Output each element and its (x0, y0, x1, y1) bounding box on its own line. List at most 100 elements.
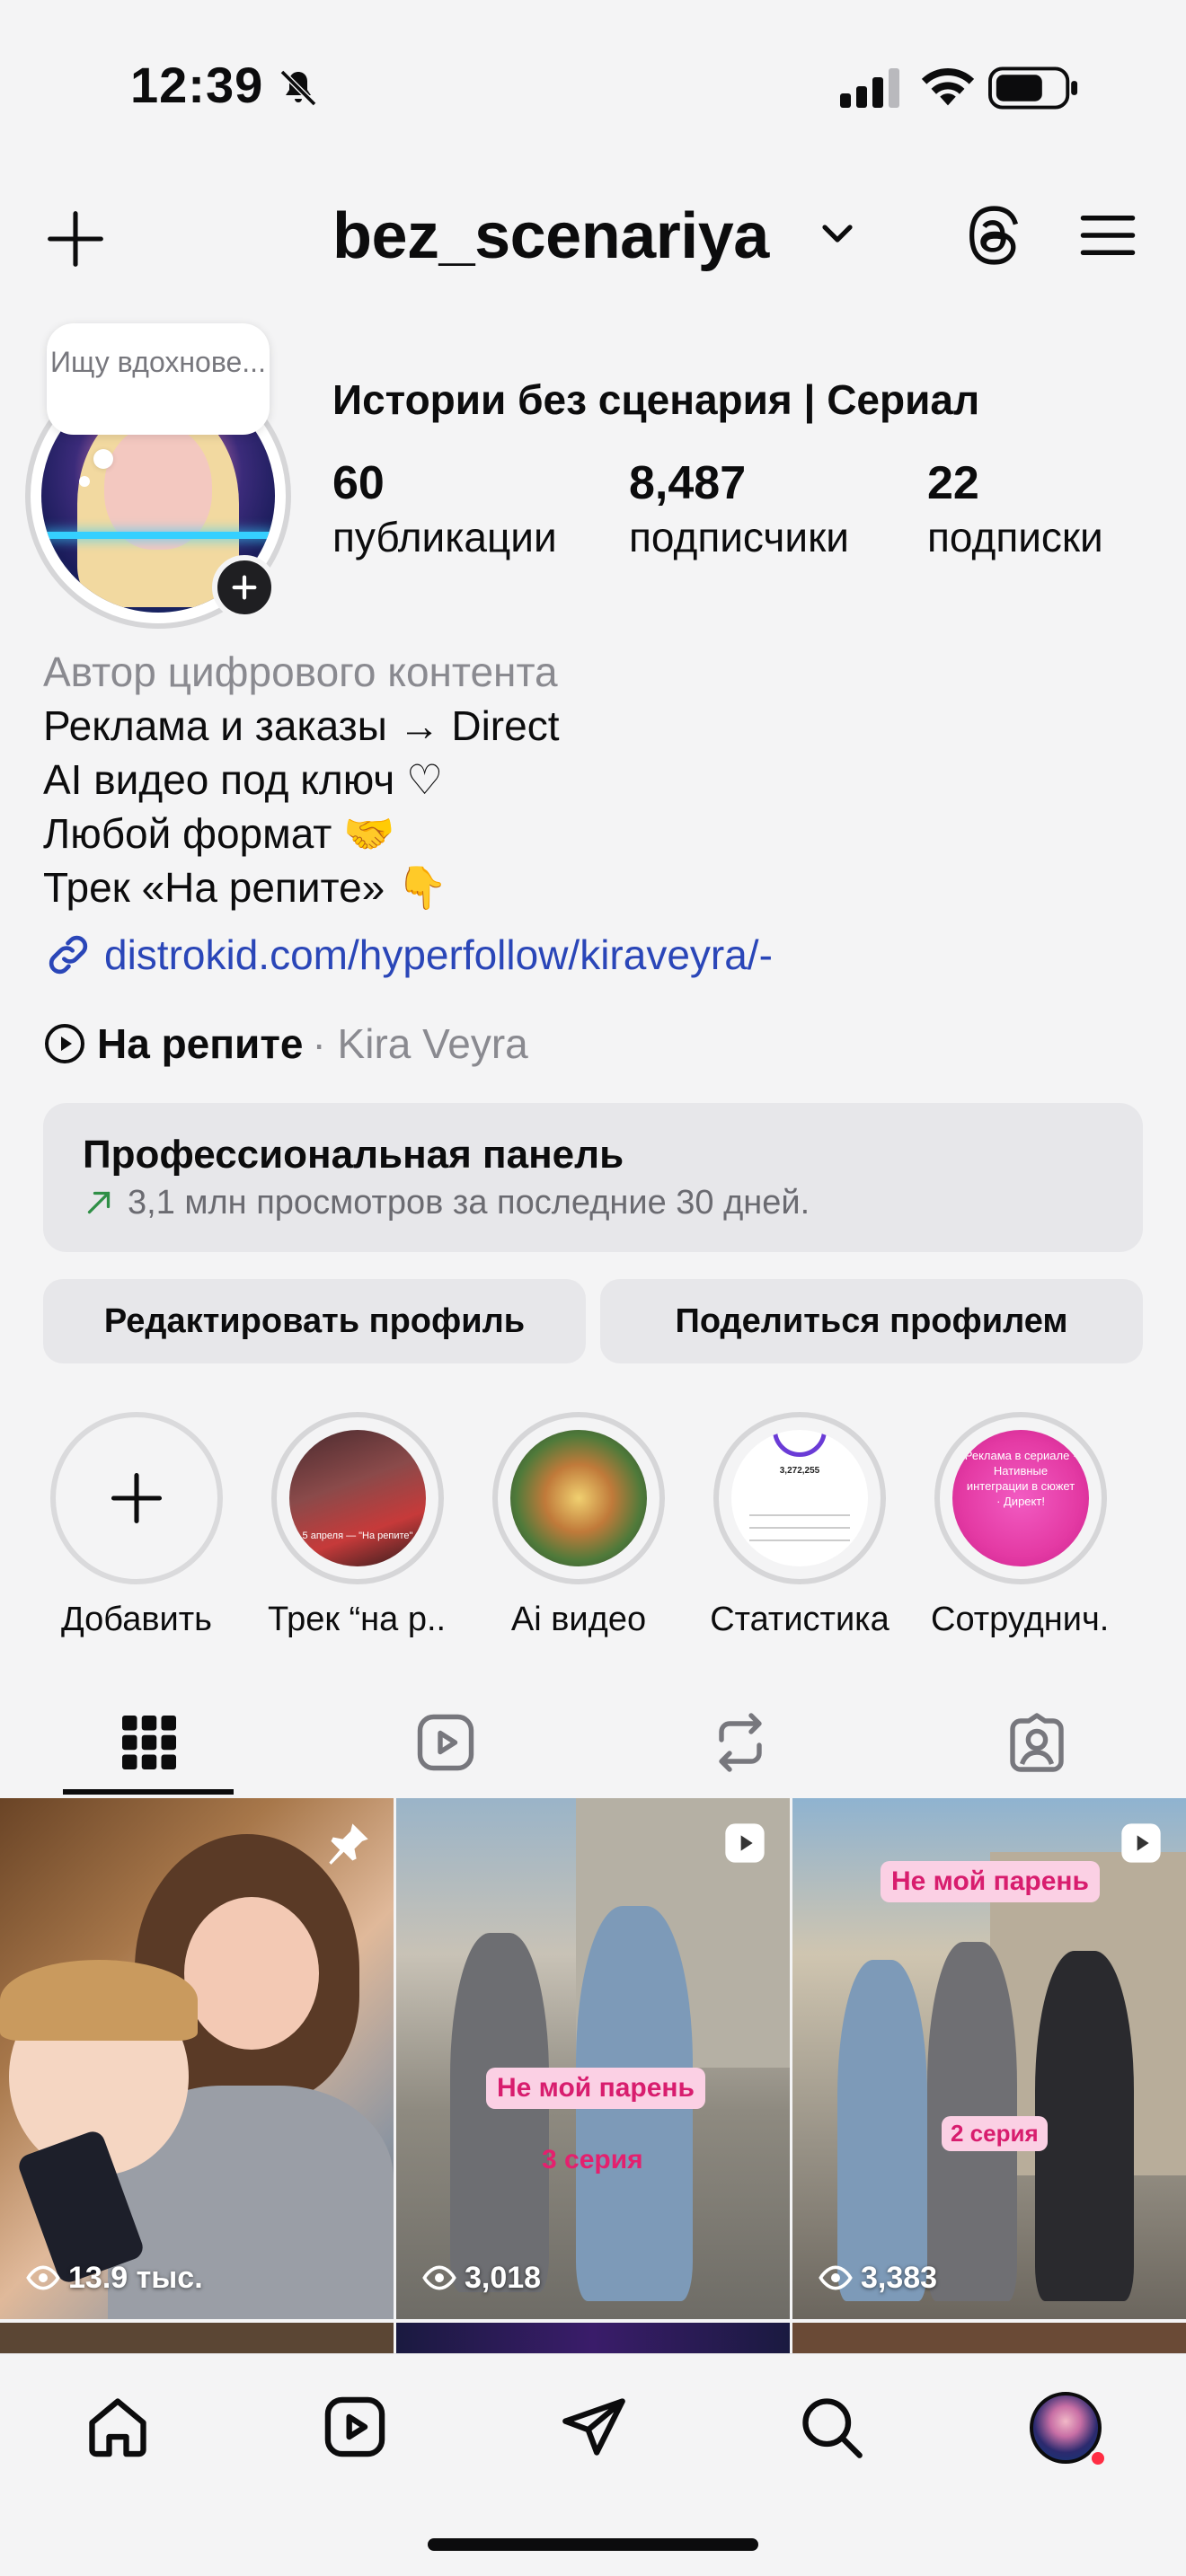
add-story-button[interactable] (212, 555, 277, 620)
post-views: 13.9 тыс. (25, 2260, 203, 2296)
highlight-collaboration[interactable]: Реклама в сериале · Нативные интеграции … (931, 1412, 1111, 1639)
post-mother-face (184, 1897, 319, 2050)
search-icon (802, 2398, 863, 2458)
highlight-ring: 5 апреля — "На репите" (271, 1412, 444, 1584)
post-title-tag: Не мой парень (486, 2068, 705, 2109)
nav-direct[interactable] (553, 2386, 634, 2467)
professional-dashboard[interactable]: Профессиональная панель 3,1 млн просмотр… (43, 1103, 1143, 1252)
note-bubble[interactable]: Ищу вдохнове... (47, 323, 270, 435)
nav-home[interactable] (77, 2386, 158, 2467)
highlight-label: Трек “на р... (268, 1601, 447, 1638)
plus-icon (232, 575, 257, 600)
bio-line: Реклама и заказы → Direct (43, 702, 560, 749)
wifi-icon (921, 68, 975, 106)
post-views: 3,018 (421, 2260, 541, 2296)
post-episode-tag: 2 серия (942, 2116, 1048, 2151)
bell-muted-icon (279, 69, 317, 107)
reels-icon (324, 2396, 385, 2457)
chevron-down-icon[interactable] (819, 221, 855, 248)
highlight-track[interactable]: 5 апреля — "На репите" Трек “на р... (268, 1412, 447, 1639)
stat-posts[interactable]: 60 публикации (332, 456, 557, 564)
edit-profile-button[interactable]: Редактировать профиль (43, 1279, 586, 1363)
status-time: 12:39 (130, 57, 264, 113)
note-bubble-tail (93, 449, 113, 469)
bio-link-text[interactable]: distrokid.com/hyperfollow/kiraveyra/- (104, 931, 773, 979)
status-bar: 12:39 (0, 0, 1186, 171)
bio-line: Любой формат 🤝 (43, 810, 395, 857)
music-track[interactable]: На репите · Kira Veyra (43, 1017, 528, 1071)
post-views-count: 13.9 тыс. (68, 2260, 203, 2295)
tab-reels[interactable] (356, 1689, 535, 1796)
highlight-label: Ai видео (510, 1601, 647, 1638)
profile-display-name: Истории без сценария | Сериал (332, 376, 980, 423)
tab-reposts[interactable] (651, 1689, 830, 1796)
highlight-ai-video[interactable]: Ai видео (489, 1412, 668, 1639)
stat-following-label: подписки (927, 514, 1103, 560)
reel-icon (1121, 1823, 1161, 1863)
professional-dashboard-subtitle: 3,1 млн просмотров за последние 30 дней. (83, 1180, 1143, 1225)
bio-category: Автор цифрового контента (43, 648, 558, 695)
highlight-ring (492, 1412, 665, 1584)
highlight-add[interactable]: Добавить (47, 1412, 226, 1639)
highlight-ring: 3,272,255 (713, 1412, 886, 1584)
trend-up-arrow-icon (87, 1191, 111, 1214)
post-views: 3,383 (818, 2260, 937, 2296)
play-views-icon (819, 2265, 853, 2290)
music-artist: · Kira Veyra (312, 1020, 528, 1067)
username-title[interactable]: bez_scenariya (332, 199, 769, 273)
stat-following[interactable]: 22 подписки (927, 456, 1103, 564)
send-paper-plane-icon (562, 2398, 625, 2456)
bio: Автор цифрового контента Реклама и заказ… (43, 645, 559, 914)
highlight-ring: Реклама в сериале · Нативные интеграции … (934, 1412, 1107, 1584)
nav-search[interactable] (791, 2386, 872, 2467)
bio-link[interactable]: distrokid.com/hyperfollow/kiraveyra/- (43, 927, 773, 983)
highlight-cover: 3,272,255 (731, 1430, 868, 1566)
tab-grid[interactable] (59, 1689, 239, 1796)
highlight-label: Статистика (710, 1601, 890, 1638)
threads-icon[interactable] (961, 203, 1024, 268)
highlight-cover: 5 апреля — "На репите" (289, 1430, 426, 1566)
highlight-cover: Реклама в сериале · Нативные интеграции … (952, 1430, 1089, 1566)
note-bubble-tail-small (79, 476, 90, 487)
play-views-icon (422, 2265, 456, 2290)
post-title-tag: Не мой парень (881, 1861, 1100, 1902)
grid-icon (122, 1716, 176, 1769)
stats-ring-graphic (773, 1430, 827, 1457)
highlight-statistics[interactable]: 3,272,255 Статистика (710, 1412, 890, 1639)
post-views-count: 3,018 (465, 2260, 542, 2295)
tagged-person-icon (1010, 1713, 1064, 1772)
tab-tagged[interactable] (947, 1689, 1127, 1796)
profile-tabs (0, 1689, 1186, 1796)
stats-lines-graphic (749, 1514, 850, 1516)
highlight-cover-text: 3,272,255 (779, 1466, 820, 1476)
highlight-label: Добавить (61, 1601, 212, 1638)
post-views-count: 3,383 (861, 2260, 938, 2295)
post-tile[interactable]: Не мой парень 2 серия 3,383 (792, 1798, 1186, 2319)
cellular-signal-icon (840, 68, 899, 108)
home-indicator (428, 2538, 758, 2551)
nav-reels[interactable] (314, 2386, 395, 2467)
create-plus-icon[interactable] (45, 208, 106, 269)
reels-icon (417, 1714, 474, 1771)
music-title: На репите (97, 1020, 304, 1067)
bio-line: AI видео под ключ ♡ (43, 756, 444, 803)
plus-icon (111, 1472, 163, 1524)
avatar-neon-light (41, 532, 275, 539)
reel-icon (725, 1823, 765, 1863)
home-icon (89, 2398, 146, 2457)
post-episode-tag: 3 серия (542, 2145, 643, 2175)
stat-followers[interactable]: 8,487 подписчики (629, 456, 849, 564)
stat-following-value: 22 (927, 457, 979, 509)
highlight-add-ring (50, 1412, 223, 1584)
post-tile[interactable]: 13.9 тыс. (0, 1798, 394, 2319)
link-icon (49, 935, 88, 975)
hamburger-menu-icon[interactable] (1078, 210, 1137, 260)
post-tile[interactable]: Не мой парень 3 серия 3,018 (396, 1798, 790, 2319)
share-profile-button[interactable]: Поделиться профилем (600, 1279, 1143, 1363)
stat-followers-value: 8,487 (629, 457, 747, 509)
bio-line: Трек «На репите» 👇 (43, 864, 448, 911)
post-girl-right (1035, 1951, 1134, 2301)
play-circle-icon (45, 1024, 84, 1063)
notification-dot (1089, 2449, 1107, 2467)
play-views-icon (26, 2265, 60, 2290)
